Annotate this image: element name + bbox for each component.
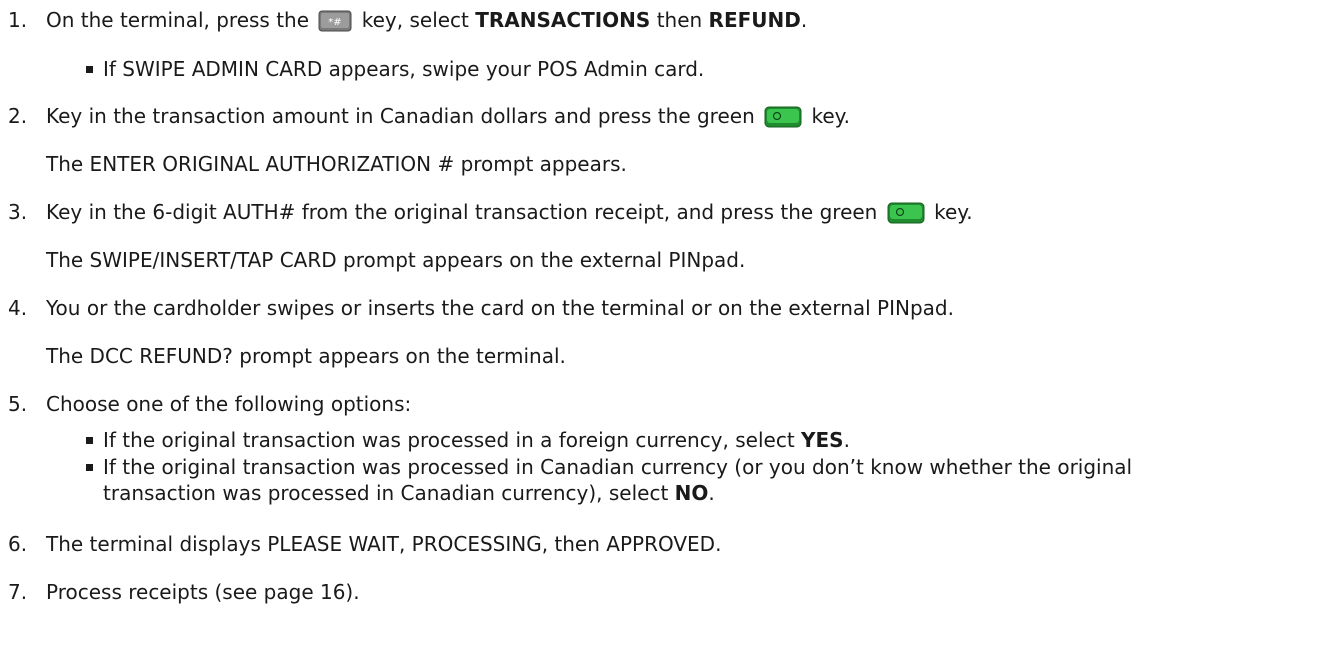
step-7: 7. Process receipts (see page 16). <box>0 580 1338 608</box>
step-5-bullet-1: If the original transaction was processe… <box>40 428 1330 456</box>
step-text-post: key. <box>811 104 850 128</box>
bullet-square-icon <box>86 437 93 444</box>
bullet-text-post: . <box>843 428 850 452</box>
instruction-page: 1. On the terminal, press the *# key, se… <box>0 0 1338 665</box>
step-number: 3. <box>8 200 28 224</box>
step-6: 6. The terminal displays PLEASE WAIT, PR… <box>0 532 1338 560</box>
step-1: 1. On the terminal, press the *# key, se… <box>0 8 1338 36</box>
prompt-note: The DCC REFUND? prompt appears on the te… <box>46 344 566 368</box>
step-5-bullet-2-cont: transaction was processed in Canadian cu… <box>40 481 1330 509</box>
step-5: 5. Choose one of the following options: <box>0 392 1338 420</box>
step-text-post: . <box>800 8 808 32</box>
no-option-label: NO <box>674 481 709 505</box>
bullet-text: If SWIPE ADMIN CARD appears, swipe your … <box>103 57 705 81</box>
step-text: Key in the transaction amount in Canadia… <box>46 104 850 133</box>
bullet-square-icon <box>86 66 93 73</box>
bullet-text: transaction was processed in Canadian cu… <box>103 481 715 505</box>
step-3: 3. Key in the 6-digit AUTH# from the ori… <box>0 200 1338 228</box>
step-3-note: The SWIPE/INSERT/TAP CARD prompt appears… <box>0 248 1338 276</box>
step-number: 5. <box>8 392 28 416</box>
step-text-pre: On the terminal, press the <box>46 8 310 32</box>
green-enter-key-icon <box>764 106 802 133</box>
green-enter-key-icon <box>887 202 925 229</box>
prompt-note: The ENTER ORIGINAL AUTHORIZATION # promp… <box>46 152 627 176</box>
step-1-bullet: If SWIPE ADMIN CARD appears, swipe your … <box>40 57 1330 85</box>
step-text: Key in the 6-digit AUTH# from the origin… <box>46 200 973 229</box>
step-4-note: The DCC REFUND? prompt appears on the te… <box>0 344 1338 372</box>
bullet-text-pre: If the original transaction was processe… <box>103 428 795 452</box>
function-key-icon: *# <box>318 10 352 37</box>
svg-text:*#: *# <box>329 17 342 28</box>
step-text: The terminal displays PLEASE WAIT, PROCE… <box>46 532 722 556</box>
step-text: Choose one of the following options: <box>46 392 412 416</box>
step-text: You or the cardholder swipes or inserts … <box>46 296 954 320</box>
step-text-pre: Key in the transaction amount in Canadia… <box>46 104 755 128</box>
step-2-note: The ENTER ORIGINAL AUTHORIZATION # promp… <box>0 152 1338 180</box>
step-number: 1. <box>8 8 28 32</box>
step-5-bullet-2: If the original transaction was processe… <box>40 455 1330 483</box>
step-2: 2. Key in the transaction amount in Cana… <box>0 104 1338 132</box>
transactions-menu-label: TRANSACTIONS <box>475 8 651 32</box>
yes-option-label: YES <box>801 428 844 452</box>
step-text-pre: Key in the 6-digit AUTH# from the origin… <box>46 200 878 224</box>
step-text-then: then <box>656 8 703 32</box>
step-4: 4. You or the cardholder swipes or inser… <box>0 296 1338 324</box>
step-number: 6. <box>8 532 28 556</box>
step-text-post: key. <box>934 200 973 224</box>
step-number: 7. <box>8 580 28 604</box>
bullet-text-cont: transaction was processed in Canadian cu… <box>103 481 669 505</box>
step-number: 2. <box>8 104 28 128</box>
bullet-text-post: . <box>708 481 715 505</box>
bullet-text: If the original transaction was processe… <box>103 428 850 452</box>
bullet-square-icon <box>86 464 93 471</box>
step-text-mid: key, select <box>361 8 469 32</box>
prompt-note: The SWIPE/INSERT/TAP CARD prompt appears… <box>46 248 746 272</box>
step-number: 4. <box>8 296 28 320</box>
bullet-text: If the original transaction was processe… <box>103 455 1133 479</box>
step-text: On the terminal, press the *# key, selec… <box>46 8 807 37</box>
step-text: Process receipts (see page 16). <box>46 580 360 604</box>
refund-menu-label: REFUND <box>708 8 801 32</box>
